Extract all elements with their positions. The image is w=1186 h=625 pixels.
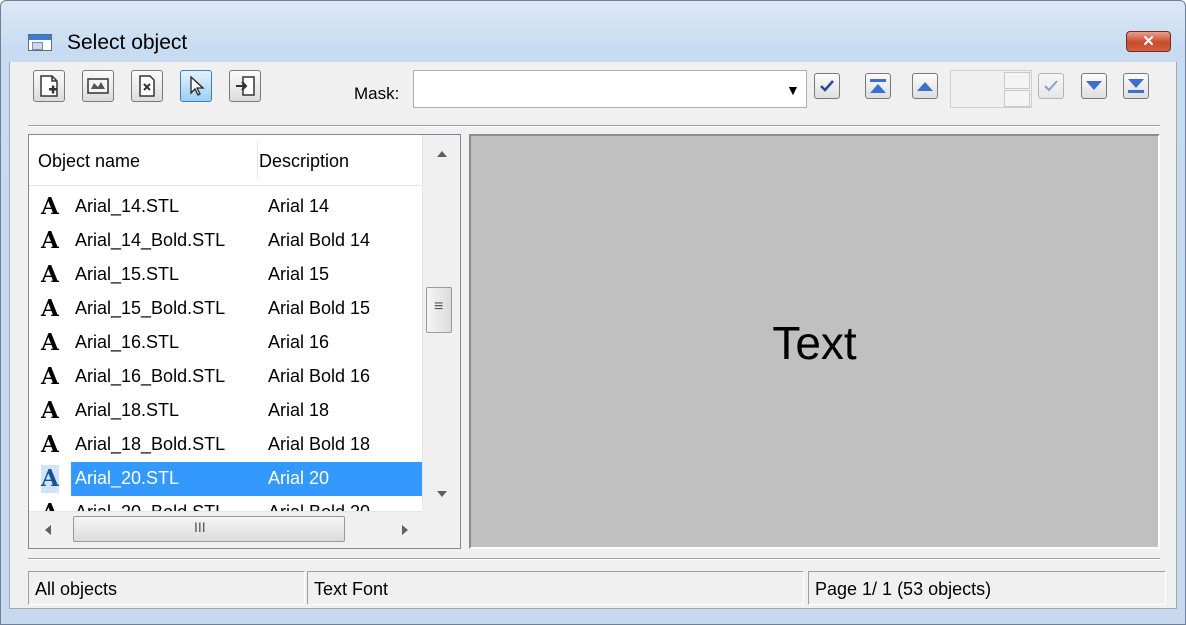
font-icon: A [41,227,59,254]
object-description: Arial 16 [268,332,330,352]
font-icon: A [41,363,59,390]
import-icon [236,76,255,96]
object-name: Arial_14.STL [75,196,180,216]
list-item[interactable]: A Arial_15.STL Arial 15 [29,258,422,292]
horizontal-scrollbar[interactable]: III [29,511,422,549]
import-button[interactable] [229,70,261,102]
status-object-type: Text Font [307,571,804,605]
select-pointer-button[interactable] [180,70,212,102]
scroll-left-icon[interactable] [33,512,63,549]
window-title: Select object [67,31,188,54]
grip-icon: III [194,519,206,535]
list-item[interactable]: A Arial_20.STL Arial 20 [29,462,422,496]
status-page-info: Page 1/ 1 (53 objects) [808,571,1166,605]
new-object-button[interactable] [33,70,65,102]
list-item[interactable]: A Arial_18_Bold.STL Arial Bold 18 [29,428,422,462]
preview-text: Text [772,317,857,369]
statusbar-separator [28,558,1160,560]
object-name: Arial_18_Bold.STL [75,434,226,454]
checkmark-icon [1044,80,1058,92]
object-name: Arial_16.STL [75,332,180,352]
font-icon: A [41,261,59,288]
arrow-up-icon [917,82,933,91]
column-header-object-name[interactable]: Object name [38,151,140,172]
object-name: Arial_14_Bold.STL [75,230,226,250]
page-number-spinner[interactable] [950,70,1032,108]
list-item[interactable]: A Arial_16.STL Arial 16 [29,326,422,360]
next-page-button[interactable] [1081,73,1107,99]
object-description: Arial Bold 16 [268,366,371,386]
chevron-down-icon[interactable]: ▼ [786,82,800,98]
mask-label: Mask: [354,84,400,103]
font-icon: A [41,465,59,493]
object-name: Arial_15_Bold.STL [75,298,226,318]
first-page-icon [870,79,886,93]
window-icon [28,34,52,51]
vertical-scroll-thumb[interactable]: ≡ [426,287,452,333]
preview-pane: Text [469,134,1160,549]
title-bar[interactable]: Select object ✕ [1,1,1185,57]
close-button[interactable]: ✕ [1126,31,1171,52]
horizontal-scroll-thumb[interactable]: III [73,516,345,542]
list-item[interactable]: A Arial_15_Bold.STL Arial Bold 15 [29,292,422,326]
object-description: Arial 14 [268,196,330,216]
spin-up-button[interactable] [1004,72,1030,89]
column-header-description[interactable]: Description [259,151,349,172]
status-filter: All objects [28,571,305,605]
list-item[interactable]: A Arial_16_Bold.STL Arial Bold 16 [29,360,422,394]
edit-object-button[interactable] [82,70,114,102]
new-document-icon [40,75,58,97]
go-to-page-button[interactable] [1038,73,1064,99]
object-description: Arial 20 [268,468,330,488]
object-name: Arial_16_Bold.STL [75,366,226,386]
apply-mask-button[interactable] [814,73,840,99]
list-item[interactable]: A Arial_18.STL Arial 18 [29,394,422,428]
previous-page-button[interactable] [912,73,938,99]
font-icon: A [41,295,59,322]
column-divider[interactable] [257,141,258,179]
scroll-up-icon[interactable] [423,141,461,171]
scroll-down-icon[interactable] [423,479,461,509]
close-icon: ✕ [1142,33,1155,50]
mask-combobox[interactable] [413,70,807,108]
vertical-scrollbar[interactable]: ≡ [422,135,461,511]
checkmark-icon [820,80,834,92]
object-description: Arial 15 [268,264,330,284]
arrow-down-icon [1086,81,1102,90]
object-name: Arial_20.STL [75,468,180,488]
edit-document-icon [87,78,109,94]
first-page-button[interactable] [865,73,891,99]
last-page-icon [1128,79,1144,93]
object-description: Arial Bold 18 [268,434,371,454]
object-description: Arial Bold 15 [268,298,371,318]
object-description: Arial Bold 14 [268,230,371,250]
pointer-icon [190,75,205,96]
object-name: Arial_18.STL [75,400,180,420]
object-name: Arial_15.STL [75,264,180,284]
list-header: Object name Description [29,135,422,186]
font-icon: A [41,193,59,220]
object-list[interactable]: Object name Description A Arial_14.STL Ari… [28,134,461,549]
last-page-button[interactable] [1123,73,1149,99]
font-icon: A [41,431,59,458]
font-icon: A [41,329,59,356]
spin-down-button[interactable] [1004,90,1030,107]
delete-document-icon [139,75,155,97]
object-description: Arial 18 [268,400,330,420]
scrollbar-corner [422,511,460,548]
list-item[interactable]: A Arial_14.STL Arial 14 [29,190,422,224]
font-icon: A [41,397,59,424]
scroll-right-icon[interactable] [390,512,420,549]
list-item[interactable]: A Arial_14_Bold.STL Arial Bold 14 [29,224,422,258]
grip-icon: ≡ [434,298,444,315]
toolbar-separator [28,125,1160,127]
delete-object-button[interactable] [131,70,163,102]
